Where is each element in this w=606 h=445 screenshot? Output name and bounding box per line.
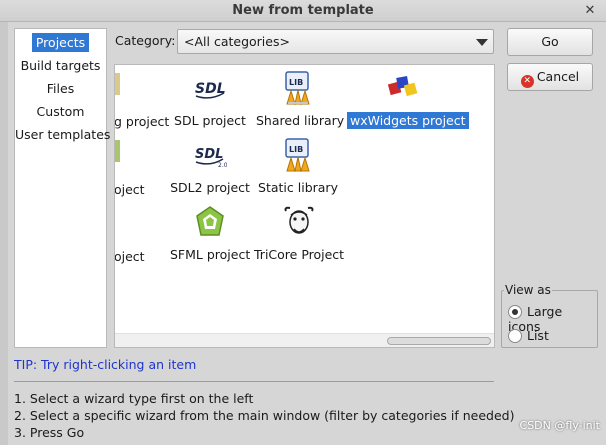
- category-value: <All categories>: [184, 34, 290, 49]
- window-title: New from template: [232, 3, 374, 18]
- help-line-2: 2. Select a specific wizard from the mai…: [14, 408, 515, 423]
- tile-wxwidgets-project[interactable]: wxWidgets project: [347, 71, 469, 129]
- cancel-button[interactable]: ✕ Cancel: [507, 63, 593, 91]
- close-icon[interactable]: ✕: [580, 1, 600, 21]
- project-icon: [115, 138, 121, 164]
- window-left-edge: [0, 0, 8, 445]
- radio-unselected-icon[interactable]: [508, 329, 522, 343]
- tile-static-library[interactable]: LIB Static library: [253, 138, 343, 196]
- horizontal-scrollbar[interactable]: [115, 333, 494, 347]
- view-as-group: View as Large icons List: [501, 283, 598, 348]
- nav-item-build-targets[interactable]: Build targets: [15, 54, 106, 77]
- tile-sdl-project[interactable]: SDL SDL project: [167, 71, 253, 129]
- nav-item-user-templates[interactable]: User templates: [15, 123, 110, 146]
- tile-sfml-project[interactable]: SFML project: [167, 205, 253, 263]
- view-as-legend: View as: [504, 283, 552, 297]
- divider: [14, 381, 494, 382]
- radio-list[interactable]: List: [508, 328, 549, 343]
- window-titlebar: New from template ✕: [0, 0, 606, 22]
- wizard-icon-view: g project oject oject SDL SDL project LI…: [114, 64, 495, 348]
- tile-shared-library[interactable]: LIB Shared library: [253, 71, 344, 129]
- sdl2-icon: SDL 2.0: [167, 138, 253, 175]
- chevron-down-icon: [476, 39, 488, 46]
- sfml-icon: [167, 205, 253, 242]
- help-line-3: 3. Press Go: [14, 425, 85, 440]
- tip-text: TIP: Try right-clicking an item: [14, 357, 197, 372]
- category-label: Category:: [115, 33, 176, 48]
- help-line-1: 1. Select a wizard type first on the lef…: [14, 391, 254, 406]
- nav-item-files[interactable]: Files: [15, 77, 106, 100]
- cancel-icon: ✕: [520, 75, 534, 88]
- project-icon: [115, 71, 121, 97]
- watermark: CSDN @fly-init: [519, 419, 600, 432]
- tile-sdl2-project[interactable]: SDL 2.0 SDL2 project: [167, 138, 253, 196]
- svg-text:LIB: LIB: [289, 145, 303, 154]
- tricore-gnu-icon: [251, 205, 347, 242]
- svg-text:2.0: 2.0: [218, 162, 227, 169]
- category-dropdown[interactable]: <All categories>: [177, 29, 494, 54]
- tile-project-2[interactable]: oject: [115, 181, 163, 198]
- wxwidgets-icon: [347, 71, 459, 108]
- svg-text:SDL: SDL: [195, 147, 223, 162]
- svg-text:LIB: LIB: [289, 78, 303, 87]
- scrollbar-thumb[interactable]: [387, 337, 491, 345]
- shared-library-icon: LIB: [253, 71, 343, 108]
- static-library-icon: LIB: [253, 138, 343, 175]
- wizard-type-list: Projects Build targets Files Custom User…: [14, 28, 110, 348]
- radio-selected-icon[interactable]: [508, 305, 522, 319]
- go-button[interactable]: Go: [507, 28, 593, 56]
- tile-tricore-project[interactable]: TriCore Project: [251, 205, 347, 263]
- tile-project-1[interactable]: g project: [115, 113, 169, 130]
- tile-project-3[interactable]: oject: [115, 248, 163, 265]
- sdl-icon: SDL: [167, 71, 253, 108]
- nav-item-custom[interactable]: Custom: [15, 100, 106, 123]
- nav-item-projects[interactable]: Projects: [15, 31, 106, 54]
